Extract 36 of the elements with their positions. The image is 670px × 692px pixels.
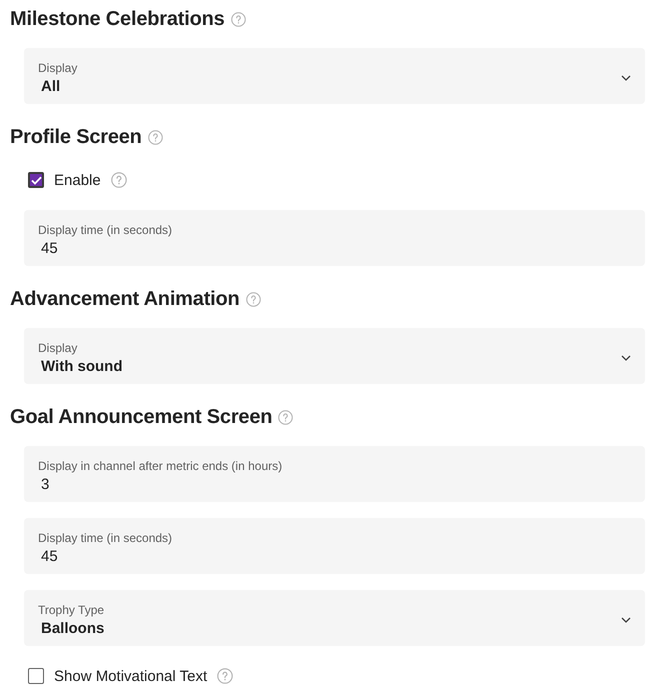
field-label: Display in channel after metric ends (in hours): [38, 459, 282, 473]
chevron-down-icon: [621, 617, 631, 623]
field-label: Display time (in seconds): [38, 531, 172, 545]
field-value: 3: [40, 476, 50, 493]
help-icon[interactable]: [230, 12, 246, 26]
section-heading: Milestone Celebrations: [10, 8, 225, 30]
section-heading: Advancement Animation: [10, 288, 240, 310]
dropdown-field[interactable]: Display All: [24, 48, 645, 104]
check-icon: [30, 176, 42, 184]
help-icon[interactable]: [278, 410, 294, 424]
field-value: All: [40, 78, 62, 95]
field-label: Trophy Type: [38, 603, 104, 617]
section-heading: Goal Announcement Screen: [10, 406, 272, 428]
chevron-down-icon: [621, 75, 631, 81]
checkbox[interactable]: [28, 668, 44, 684]
dropdown-field[interactable]: Display With sound: [24, 328, 645, 384]
dropdown-field[interactable]: Trophy Type Balloons: [24, 590, 645, 646]
field-label: Display: [38, 61, 78, 75]
input-field[interactable]: Display in channel after metric ends (in hours) 3: [24, 446, 645, 502]
checkbox[interactable]: [28, 172, 44, 188]
help-icon[interactable]: [110, 172, 127, 188]
field-value: Balloons: [40, 620, 104, 637]
field-label: Display time (in seconds): [38, 223, 172, 237]
field-value: 45: [40, 240, 59, 257]
field-value: 45: [40, 548, 59, 565]
section-heading: Profile Screen: [10, 126, 142, 148]
help-icon[interactable]: [217, 668, 234, 684]
input-field[interactable]: Display time (in seconds) 45: [24, 518, 645, 574]
checkbox-label: Show Motivational Text: [54, 668, 208, 684]
help-icon[interactable]: [246, 292, 261, 306]
field-label: Display: [38, 341, 78, 355]
input-field[interactable]: Display time (in seconds) 45: [24, 210, 645, 266]
field-value: With sound: [40, 358, 123, 375]
checkbox-label: Enable: [54, 172, 101, 188]
chevron-down-icon: [621, 355, 631, 361]
help-icon[interactable]: [148, 130, 163, 144]
